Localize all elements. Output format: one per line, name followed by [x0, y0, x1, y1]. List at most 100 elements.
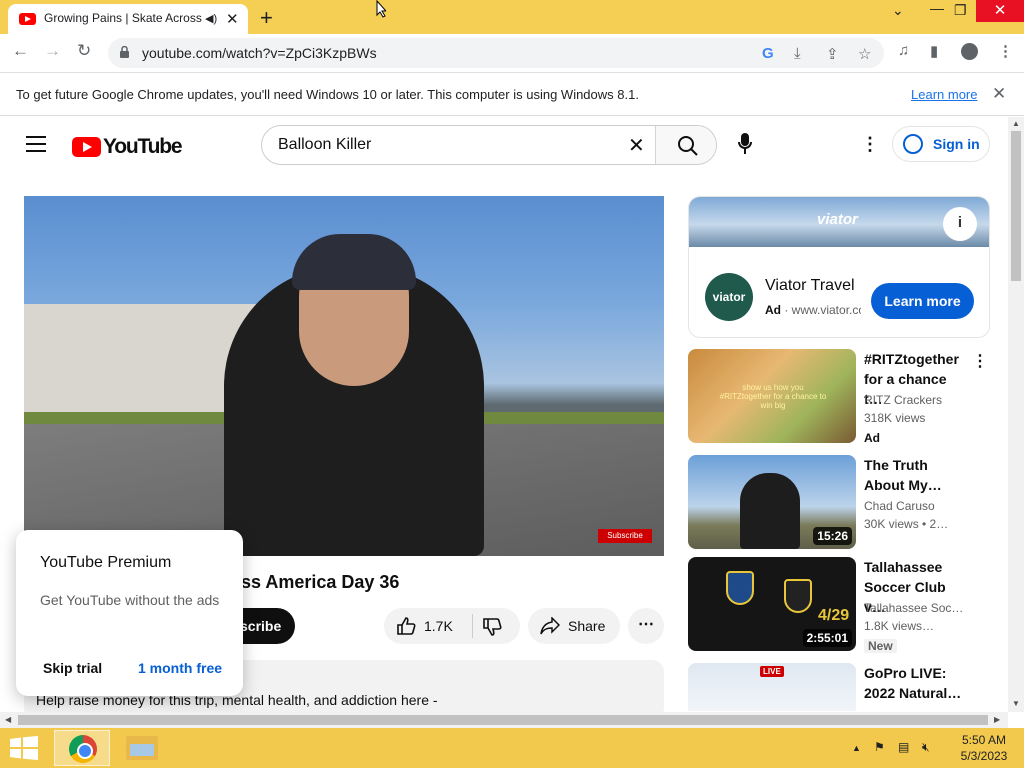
share-icon[interactable]: ⇪ [826, 45, 839, 63]
youtube-favicon-icon [19, 13, 36, 25]
show-hidden-icons-icon[interactable]: ▲ [852, 743, 861, 753]
thumbnail-caption: show us how you #RITZtogether for a chan… [719, 383, 827, 410]
bookmark-star-icon[interactable]: ☆ [858, 45, 871, 63]
like-dislike-group: 1.7K [384, 608, 520, 644]
video-duration: 15:26 [813, 527, 852, 545]
search-box[interactable]: Balloon Killer ✕ [261, 125, 717, 165]
subscribe-watermark[interactable]: Subscribe [598, 529, 652, 543]
clock-time: 5:50 AM [961, 733, 1007, 747]
tab-search-chevron-icon[interactable]: ⌄ [892, 2, 904, 19]
sign-in-button[interactable]: Sign in [892, 126, 990, 162]
more-actions-button[interactable]: ⋯ [628, 608, 664, 644]
recommendation-item[interactable]: LIVE GoPro LIVE: 2022 Natural… [688, 663, 988, 711]
recommendation-thumbnail[interactable]: 15:26 [688, 455, 856, 549]
recommendation-channel[interactable]: Tallahassee Soc… [864, 601, 964, 615]
profile-avatar-icon[interactable] [961, 43, 978, 60]
restore-button[interactable]: ❐ [954, 2, 967, 19]
back-button[interactable]: ← [12, 41, 29, 61]
browser-tab-active[interactable]: Growing Pains | Skate Across America Day… [8, 4, 248, 34]
free-trial-button[interactable]: 1 month free [138, 660, 222, 676]
scroll-right-arrow-icon[interactable]: ▶ [994, 715, 1000, 724]
skip-trial-button[interactable]: Skip trial [43, 660, 102, 676]
recommendation-title[interactable]: GoPro LIVE: 2022 Natural… [864, 663, 964, 703]
install-app-icon[interactable]: ⤓ [794, 45, 801, 62]
video-frame-cap [292, 234, 416, 290]
club-crest-icon [726, 571, 754, 605]
thumbnail-person [740, 473, 800, 549]
share-button[interactable]: Share [528, 608, 620, 644]
new-tab-button[interactable]: + [260, 5, 273, 31]
match-date-text: 4/29 [818, 607, 850, 624]
dislike-thumb-icon[interactable] [482, 617, 502, 637]
horizontal-scroll-thumb[interactable] [18, 715, 988, 725]
ad-badge: Ad [864, 431, 880, 445]
file-explorer-icon[interactable] [126, 736, 158, 760]
ad-learn-more-button[interactable]: Learn more [871, 283, 974, 319]
update-infobar: To get future Google Chrome updates, you… [0, 72, 1024, 116]
google-translate-icon[interactable]: G [762, 45, 774, 62]
recommendation-item[interactable]: 15:26 The Truth About My… Chad Caruso 30… [688, 455, 988, 551]
new-badge: New [864, 639, 897, 653]
tab-title: Growing Pains | Skate Across America Day… [44, 11, 202, 25]
ad-advertiser-logo[interactable]: viator [705, 273, 753, 321]
ad-label: Ad [765, 303, 781, 317]
ad-advertiser-name[interactable]: Viator Travel [765, 277, 855, 295]
lock-icon [120, 46, 129, 58]
tab-audio-icon[interactable]: ◀) [205, 12, 217, 25]
scroll-left-arrow-icon[interactable]: ◀ [5, 715, 11, 724]
search-input[interactable]: Balloon Killer [278, 136, 371, 154]
sidebar-ad-card[interactable]: viator i viator Viator Travel Ad · www.v… [688, 196, 990, 338]
browser-toolbar: ← → ↻ youtube.com/watch?v=ZpCi3KzpBWs G … [0, 34, 1024, 72]
youtube-wordmark: YouTube [103, 135, 183, 158]
url-text[interactable]: youtube.com/watch?v=ZpCi3KzpBWs [142, 45, 377, 61]
system-clock[interactable]: 5:50 AM 5/3/2023 [954, 732, 1014, 764]
action-center-flag-icon[interactable]: ⚑ [874, 740, 885, 754]
side-panel-icon[interactable]: ▮ [930, 42, 938, 60]
premium-subtitle: Get YouTube without the ads [40, 592, 220, 608]
chrome-menu-icon[interactable]: ⋮ [998, 42, 1013, 60]
recommendation-item[interactable]: 4/29 2:55:01 Tallahassee Soccer Club v… … [688, 557, 988, 653]
tab-close-icon[interactable]: ✕ [226, 10, 239, 28]
like-thumb-icon[interactable] [396, 616, 416, 636]
recommendation-item[interactable]: show us how you #RITZtogether for a chan… [688, 349, 988, 445]
microphone-icon[interactable] [738, 133, 752, 155]
search-button[interactable] [655, 126, 716, 164]
recommendation-thumbnail[interactable]: show us how you #RITZtogether for a chan… [688, 349, 856, 443]
infobar-close-icon[interactable]: ✕ [992, 84, 1006, 104]
youtube-play-icon [72, 137, 101, 157]
scroll-up-arrow-icon[interactable]: ▲ [1012, 119, 1020, 128]
windows-start-icon[interactable] [10, 736, 38, 760]
ad-info-icon[interactable]: i [943, 207, 977, 241]
vertical-scroll-thumb[interactable] [1011, 131, 1021, 281]
recommendation-menu-icon[interactable]: ⋮ [972, 351, 988, 371]
infobar-learn-more-link[interactable]: Learn more [911, 87, 977, 102]
like-divider [472, 614, 473, 638]
settings-menu-icon[interactable]: ⋮ [861, 134, 879, 155]
recommendation-thumbnail[interactable]: LIVE [688, 663, 856, 711]
reload-button[interactable]: ↻ [77, 41, 91, 61]
recommendation-thumbnail[interactable]: 4/29 2:55:01 [688, 557, 856, 651]
recommendation-channel[interactable]: Chad Caruso [864, 499, 964, 513]
media-control-icon[interactable]: ♫ [898, 42, 909, 59]
address-bar[interactable]: youtube.com/watch?v=ZpCi3KzpBWs G ⤓ ⇪ ☆ [108, 38, 884, 68]
vertical-scrollbar[interactable]: ▲ ▼ [1008, 117, 1024, 712]
taskbar-chrome-button[interactable] [54, 730, 110, 766]
like-count[interactable]: 1.7K [424, 618, 453, 634]
horizontal-scrollbar[interactable]: ◀ ▶ [0, 712, 1008, 728]
clear-search-icon[interactable]: ✕ [628, 133, 645, 158]
video-title: oss America Day 36 [230, 572, 400, 592]
video-player[interactable]: Subscribe [24, 196, 664, 556]
youtube-logo[interactable]: YouTube [72, 135, 183, 159]
hamburger-menu-icon[interactable] [26, 136, 46, 152]
windows-taskbar: ▲ ⚑ ▤ 🔇︎ 5:50 AM 5/3/2023 [0, 728, 1024, 768]
recommendation-views: 1.8K views… [864, 619, 935, 633]
volume-muted-icon[interactable]: 🔇︎ [922, 740, 930, 755]
recommendation-title[interactable]: The Truth About My… [864, 455, 964, 495]
minimize-button[interactable]: — [930, 0, 944, 16]
scroll-down-arrow-icon[interactable]: ▼ [1012, 699, 1020, 708]
forward-button[interactable]: → [44, 41, 61, 61]
recommendation-channel[interactable]: RITZ Crackers [864, 393, 964, 407]
live-badge: LIVE [760, 666, 784, 677]
network-icon[interactable]: ▤ [898, 740, 909, 754]
close-window-button[interactable]: ✕ [976, 0, 1024, 22]
